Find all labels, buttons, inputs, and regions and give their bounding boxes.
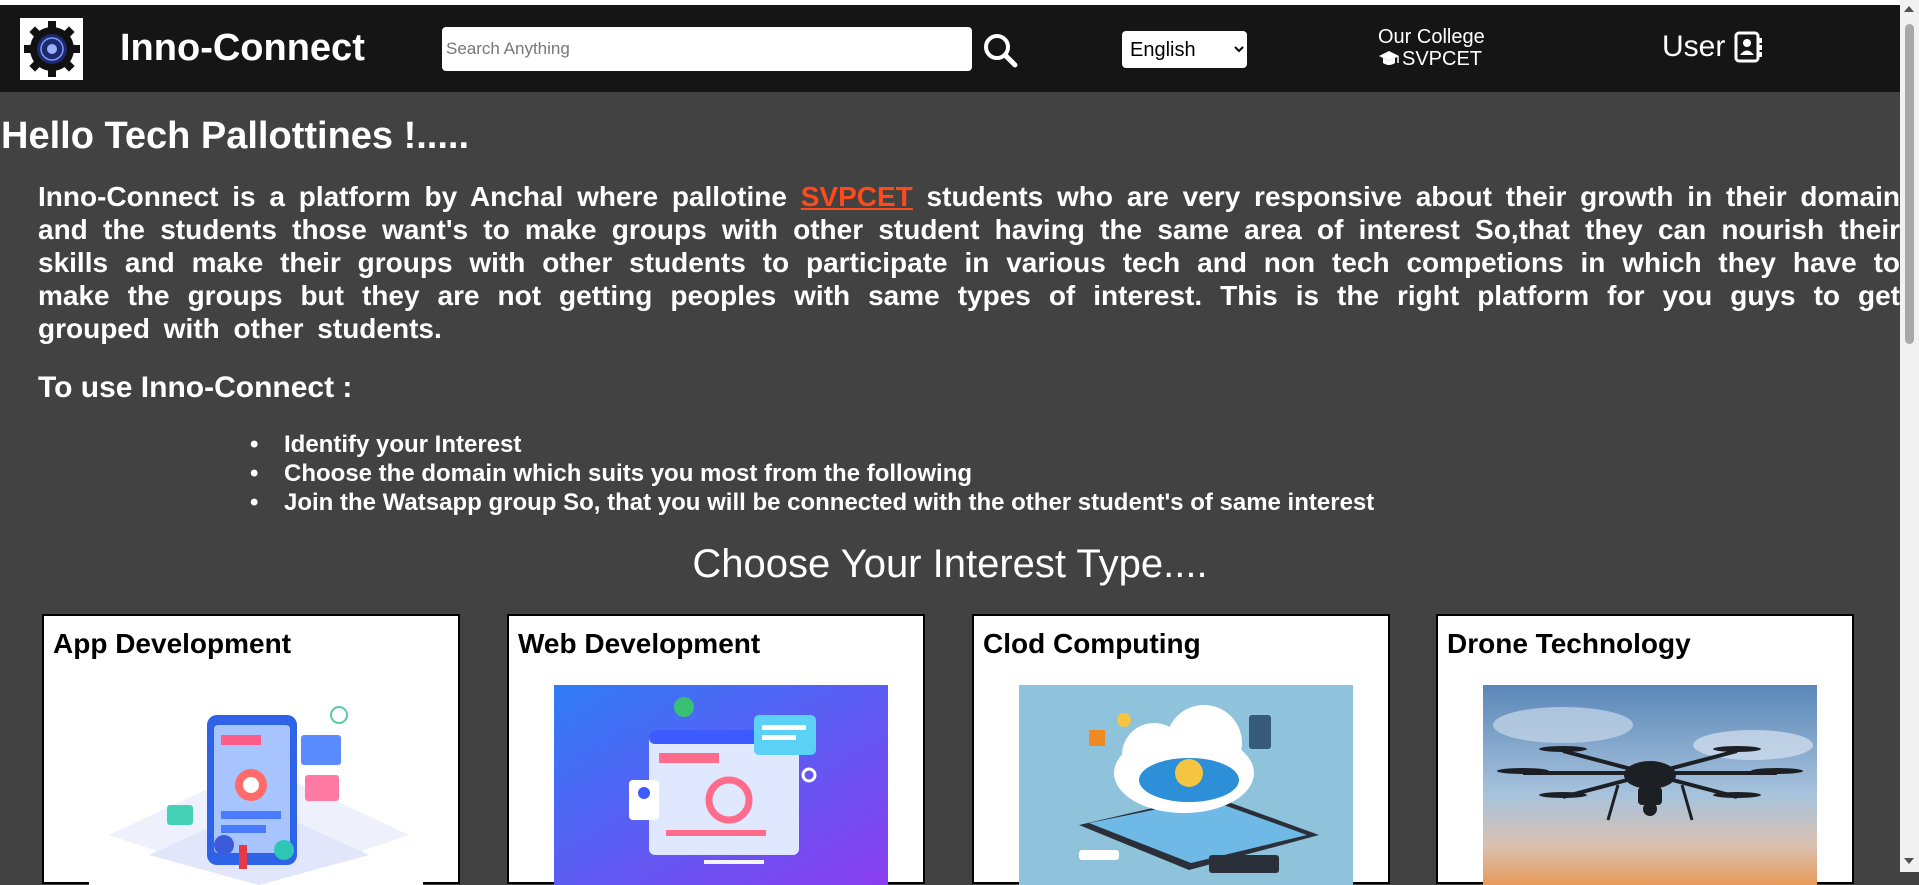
card-web-development[interactable]: Web Development bbox=[507, 614, 925, 885]
choose-interest-heading: Choose Your Interest Type.... bbox=[692, 542, 1208, 586]
scrollbar-thumb[interactable] bbox=[1905, 24, 1914, 344]
card-title: Clod Computing bbox=[983, 628, 1201, 659]
card-drone-technology[interactable]: Drone Technology bbox=[1436, 614, 1854, 885]
card-app-development[interactable]: App Development bbox=[42, 614, 460, 885]
scroll-up-arrow-icon[interactable] bbox=[1904, 6, 1914, 12]
college-name: SVPCET bbox=[1402, 48, 1483, 70]
brand-title[interactable]: Inno-Connect bbox=[120, 27, 365, 70]
user-label: User bbox=[1662, 30, 1726, 63]
card-title: Web Development bbox=[518, 628, 761, 659]
main-content: Hello Tech Pallottines !..... Inno-Conne… bbox=[0, 92, 1900, 885]
gear-logo-icon[interactable] bbox=[20, 18, 83, 80]
drone-photo bbox=[1483, 685, 1817, 885]
scroll-down-arrow-icon[interactable] bbox=[1904, 858, 1914, 864]
card-cloud-computing[interactable]: Clod Computing bbox=[972, 614, 1390, 885]
step-item: Join the Watsapp group So, that you will… bbox=[250, 488, 1374, 517]
contact-card-icon bbox=[1734, 31, 1763, 63]
page-scrollbar[interactable] bbox=[1900, 0, 1919, 872]
navbar: Inno-Connect English Our College SVPCET … bbox=[0, 5, 1900, 92]
college-link[interactable]: Our College SVPCET bbox=[1378, 26, 1485, 73]
card-title: Drone Technology bbox=[1447, 628, 1691, 659]
howto-heading: To use Inno-Connect : bbox=[38, 371, 353, 404]
intro-text-start: Inno-Connect is a platform by Anchal whe… bbox=[38, 181, 801, 212]
app-development-illustration bbox=[89, 685, 423, 885]
svpcet-link[interactable]: SVPCET bbox=[801, 181, 913, 212]
greeting-heading: Hello Tech Pallottines !..... bbox=[1, 115, 470, 157]
language-select[interactable]: English bbox=[1122, 31, 1247, 68]
search-input[interactable] bbox=[442, 27, 972, 71]
steps-list: Identify your Interest Choose the domain… bbox=[250, 430, 1374, 517]
college-label: Our College bbox=[1378, 26, 1485, 48]
card-title: App Development bbox=[53, 628, 292, 659]
step-item: Choose the domain which suits you most f… bbox=[250, 459, 1374, 488]
cloud-computing-illustration bbox=[1019, 685, 1353, 885]
step-item: Identify your Interest bbox=[250, 430, 1374, 459]
search-icon[interactable] bbox=[982, 32, 1018, 68]
intro-paragraph: Inno-Connect is a platform by Anchal whe… bbox=[38, 180, 1900, 345]
graduation-cap-icon bbox=[1379, 51, 1399, 65]
web-development-illustration bbox=[554, 685, 888, 885]
user-menu[interactable]: User bbox=[1662, 30, 1763, 64]
